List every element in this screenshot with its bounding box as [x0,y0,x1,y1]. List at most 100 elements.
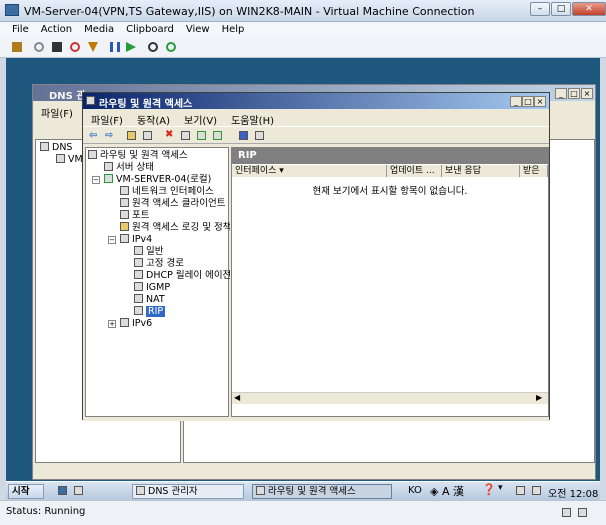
revert-icon[interactable] [166,42,176,52]
resume-icon[interactable] [126,42,136,52]
tree-rip[interactable]: RIP [134,306,166,318]
taskbar: 시작 DNS 관리자 라우팅 및 원격 액세스 KO ◈ A 漢 ❓ ▾ 오전 … [6,481,600,500]
help-tray-icon[interactable]: ❓ [482,483,496,496]
close-button[interactable]: ✕ [572,2,606,16]
shutdown-icon[interactable] [70,42,80,52]
rras-close-button[interactable]: × [534,96,546,107]
column-responses-sent[interactable]: 보낸 응답 [442,165,520,177]
tree-nat-label: NAT [146,294,165,305]
ctrl-alt-del-icon[interactable] [12,42,22,52]
tree-remote-clients[interactable]: 원격 액세스 클라이언트 [120,198,225,210]
clock[interactable]: 오전 12:08 [548,485,598,500]
menu-view[interactable]: View [186,24,210,35]
menu-action[interactable]: Action [41,24,72,35]
column-interface[interactable]: 인터페이스 ▾ [232,165,387,177]
scroll-left-icon[interactable]: ◀ [234,393,240,402]
tree-network-interfaces[interactable]: 네트워크 인터페이스 [120,186,214,198]
server-collapse-toggle[interactable]: − [92,176,100,184]
nat-icon [134,294,143,303]
tree-general-label: 일반 [146,246,164,257]
task-dns-manager[interactable]: DNS 관리자 [132,484,244,499]
language-indicator[interactable]: KO [408,485,422,496]
show-desktop-icon[interactable] [58,486,67,495]
dns-close-button[interactable]: × [581,88,593,99]
tree-general[interactable]: 일반 [134,246,163,258]
pause-icon[interactable] [110,42,120,52]
tree-logging-policy[interactable]: 원격 액세스 로깅 및 정책 [120,222,230,234]
tree-igmp[interactable]: IGMP [134,282,170,294]
dns-tree-root[interactable]: DNS [40,142,72,154]
tree-server-status[interactable]: 서버 상태 [104,162,154,174]
tree-ipv6[interactable]: IPv6 [120,318,152,330]
turn-off-icon[interactable] [52,42,62,52]
back-icon[interactable]: ⇦ [89,130,97,141]
menu-file[interactable]: File [12,24,29,35]
tree-logging-policy-label: 원격 액세스 로깅 및 정책 [132,222,230,233]
tree-nat[interactable]: NAT [134,294,165,306]
tree-static-routes-label: 고정 경로 [146,258,184,269]
ipv6-expand-toggle[interactable]: + [108,320,116,328]
task-dns-label: DNS 관리자 [148,486,198,497]
save-icon[interactable] [88,42,98,52]
dns-minimize-button[interactable]: _ [555,88,567,99]
relay-icon [134,270,143,279]
start-button[interactable]: 시작 [8,484,44,499]
vm-connection-icon [5,4,19,16]
server-manager-icon[interactable] [74,486,83,495]
maximize-button[interactable]: □ [551,2,571,16]
column-received[interactable]: 받은 [520,165,548,177]
tree-network-interfaces-label: 네트워크 인터페이스 [132,186,214,197]
tree-static-routes[interactable]: 고정 경로 [134,258,184,270]
dns-tree-server[interactable]: VM [56,154,83,166]
tree-ipv4-label: IPv4 [132,234,153,245]
export-icon[interactable] [213,131,222,140]
rras-maximize-button[interactable]: □ [522,96,534,107]
menu-help[interactable]: Help [222,24,245,35]
snapshot-icon[interactable] [148,42,158,52]
horizontal-scrollbar[interactable]: ◀ ▶ [232,392,548,404]
menu-clipboard[interactable]: Clipboard [126,24,174,35]
refresh-icon[interactable] [197,131,206,140]
column-header-row: 인터페이스 ▾ 업데이트 ... 보낸 응답 받은 [232,165,548,177]
tree-dhcp-relay[interactable]: DHCP 릴레이 에이전 [134,270,230,282]
properties-icon[interactable] [181,131,190,140]
minimize-button[interactable]: – [530,2,550,16]
volume-tray-icon[interactable] [532,486,541,495]
delete-icon[interactable]: ✖ [165,129,173,140]
host-title-bar: VM-Server-04(VPN,TS Gateway,IIS) on WIN2… [0,0,606,22]
menu-media[interactable]: Media [84,24,114,35]
folder-icon [120,222,129,231]
tray-expand-icon[interactable]: ▾ [498,483,503,493]
scroll-right-icon[interactable]: ▶ [536,393,542,402]
dns-icon [40,142,49,151]
tree-ipv4[interactable]: IPv4 [120,234,152,246]
rras-tree-pane[interactable]: 라우팅 및 원격 액세스 서버 상태 − VM-SERVER-04(로컬) 네트… [85,147,230,417]
column-updates[interactable]: 업데이트 ... [387,165,442,177]
tree-igmp-label: IGMP [146,282,171,293]
rras-minimize-button[interactable]: _ [510,96,522,107]
tree-root[interactable]: 라우팅 및 원격 액세스 [88,150,188,162]
help-icon[interactable] [239,131,248,140]
console-icon[interactable] [255,131,264,140]
show-tree-icon[interactable] [143,131,152,140]
dns-window-title: DNS 관 [49,91,86,102]
dns-maximize-button[interactable]: □ [568,88,580,99]
rras-task-icon [256,486,265,495]
network-tray-icon[interactable] [516,486,525,495]
tree-ports[interactable]: 포트 [120,210,149,222]
ipv4-collapse-toggle[interactable]: − [108,236,116,244]
task-rras[interactable]: 라우팅 및 원격 액세스 [252,484,392,499]
tree-server-status-label: 서버 상태 [116,162,154,173]
rip-icon [134,306,143,315]
resize-grip-icon [578,508,587,517]
forward-icon[interactable]: ⇨ [105,130,113,141]
ipv4-icon [120,234,129,243]
tree-remote-clients-label: 원격 액세스 클라이언트 [132,198,226,209]
dns-tree-label: DNS [52,142,73,153]
tree-server[interactable]: VM-SERVER-04(로컬) [104,174,211,186]
up-folder-icon[interactable] [127,131,136,140]
dns-menu-file[interactable]: 파일(F) [41,105,73,120]
start-icon[interactable] [34,42,44,52]
tree-server-label: VM-SERVER-04(로컬) [116,174,212,185]
ime-icons[interactable]: ◈ A 漢 [430,483,464,499]
